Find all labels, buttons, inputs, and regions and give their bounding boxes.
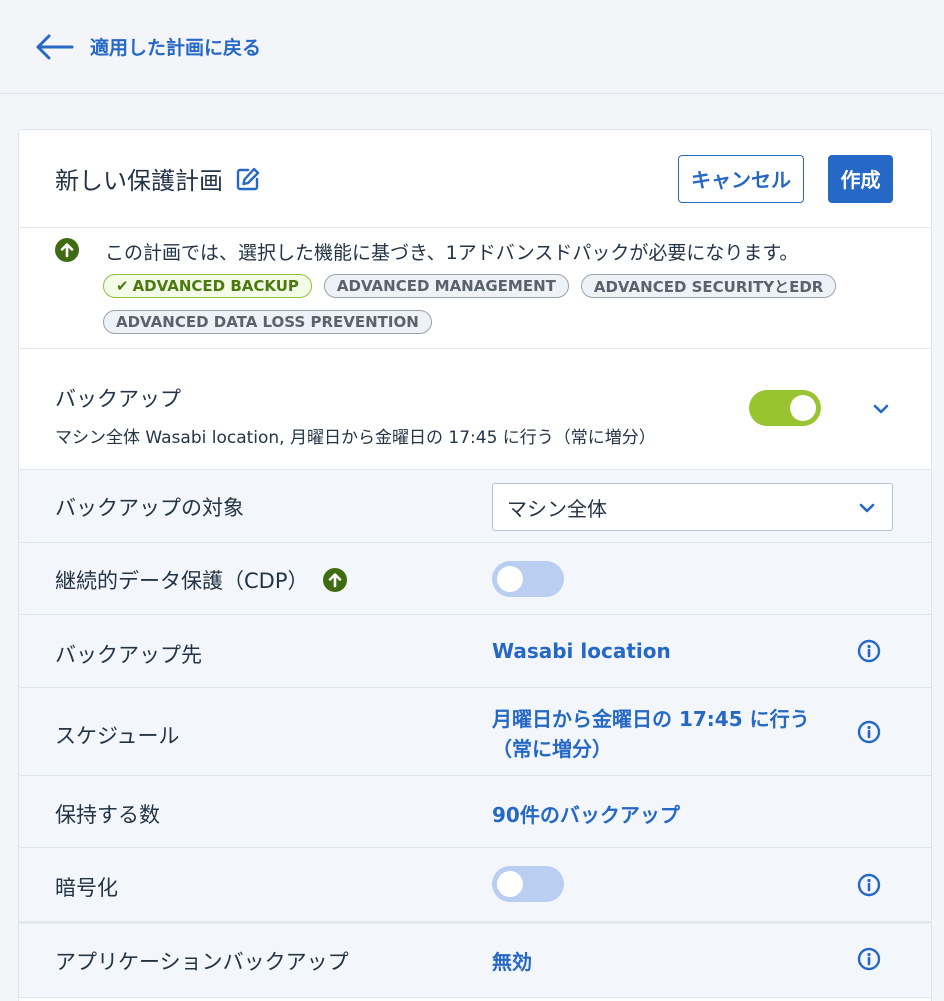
upgrade-icon: [323, 568, 348, 592]
plan-title: 新しい保護計画: [55, 167, 223, 195]
toggle-knob: [790, 395, 816, 421]
license-notice: この計画では、選択した機能に基づき、1アドバンスドパックが必要になります。 ✔ …: [19, 228, 931, 349]
protection-plan-card: 新しい保護計画 キャンセル 作成 この計画では、選択した機能に基づき、1アドバン…: [18, 129, 932, 1001]
info-icon[interactable]: [857, 639, 881, 663]
arrow-left-icon: [36, 34, 74, 59]
backup-target-select[interactable]: マシン全体: [492, 483, 893, 531]
setting-row-destination: バックアップ先 Wasabi location: [19, 615, 931, 688]
retention-label: 保持する数: [55, 803, 160, 827]
backup-toggle[interactable]: [749, 390, 821, 426]
chevron-down-icon[interactable]: [872, 403, 890, 415]
chevron-down-icon: [859, 503, 875, 513]
retention-link[interactable]: 90件のバックアップ: [492, 799, 680, 828]
cancel-button[interactable]: キャンセル: [678, 154, 804, 203]
encryption-label: 暗号化: [55, 876, 118, 900]
tag-advanced-management: ADVANCED MANAGEMENT: [323, 274, 569, 298]
backup-module-label: バックアップ: [55, 387, 181, 411]
schedule-link[interactable]: 月曜日から金曜日の 17:45 に行う （常に増分）: [492, 704, 810, 764]
toggle-knob: [497, 566, 523, 592]
destination-label: バックアップ先: [55, 643, 202, 667]
info-icon[interactable]: [857, 947, 881, 971]
backup-summary: マシン全体 Wasabi location, 月曜日から金曜日の 17:45 に…: [55, 428, 656, 448]
back-to-plans-link[interactable]: 適用した計画に戻る: [34, 33, 261, 61]
backup-target-value: マシン全体: [507, 496, 607, 521]
backup-module-row: バックアップ マシン全体 Wasabi location, 月曜日から金曜日の …: [19, 349, 931, 470]
backup-target-label: バックアップの対象: [55, 496, 244, 520]
encryption-toggle[interactable]: [492, 866, 564, 902]
back-link-label: 適用した計画に戻る: [90, 37, 262, 59]
info-icon[interactable]: [857, 720, 881, 744]
setting-row-backup-target: バックアップの対象 マシン全体: [19, 470, 931, 543]
schedule-value-line1: 月曜日から金曜日の 17:45 に行う: [492, 707, 810, 731]
tag-advanced-dlp: ADVANCED DATA LOSS PREVENTION: [103, 310, 432, 334]
check-icon: ✔: [116, 277, 129, 295]
toggle-knob: [497, 871, 523, 897]
tag-advanced-backup: ✔ ADVANCED BACKUP: [103, 274, 312, 298]
upgrade-icon: [55, 238, 79, 262]
pack-tags: ✔ ADVANCED BACKUP ADVANCED MANAGEMENT AD…: [103, 274, 883, 346]
setting-row-encryption: 暗号化: [19, 848, 931, 922]
top-bar: 適用した計画に戻る: [0, 0, 944, 94]
setting-row-retention: 保持する数 90件のバックアップ: [19, 776, 931, 848]
edit-icon[interactable]: [235, 166, 261, 192]
setting-row-app-backup: アプリケーションバックアップ 無効: [19, 922, 931, 998]
create-button[interactable]: 作成: [828, 154, 893, 203]
schedule-label: スケジュール: [55, 724, 180, 748]
app-backup-label: アプリケーションバックアップ: [55, 950, 349, 974]
setting-row-cdp: 継続的データ保護（CDP）: [19, 543, 931, 615]
app-backup-link[interactable]: 無効: [492, 946, 532, 975]
plan-header: 新しい保護計画 キャンセル 作成: [19, 130, 931, 228]
destination-link[interactable]: Wasabi location: [492, 639, 671, 663]
tag-label: ADVANCED BACKUP: [132, 277, 299, 295]
tag-advanced-security-edr: ADVANCED SECURITYとEDR: [580, 274, 837, 298]
cdp-toggle[interactable]: [492, 561, 564, 597]
info-icon[interactable]: [857, 873, 881, 897]
cdp-label: 継続的データ保護（CDP）: [55, 569, 309, 593]
cdp-label-group: 継続的データ保護（CDP）: [55, 565, 348, 595]
setting-row-schedule: スケジュール 月曜日から金曜日の 17:45 に行う （常に増分）: [19, 688, 931, 776]
schedule-value-line2: （常に増分）: [492, 737, 612, 761]
notice-message: この計画では、選択した機能に基づき、1アドバンスドパックが必要になります。: [105, 242, 799, 264]
